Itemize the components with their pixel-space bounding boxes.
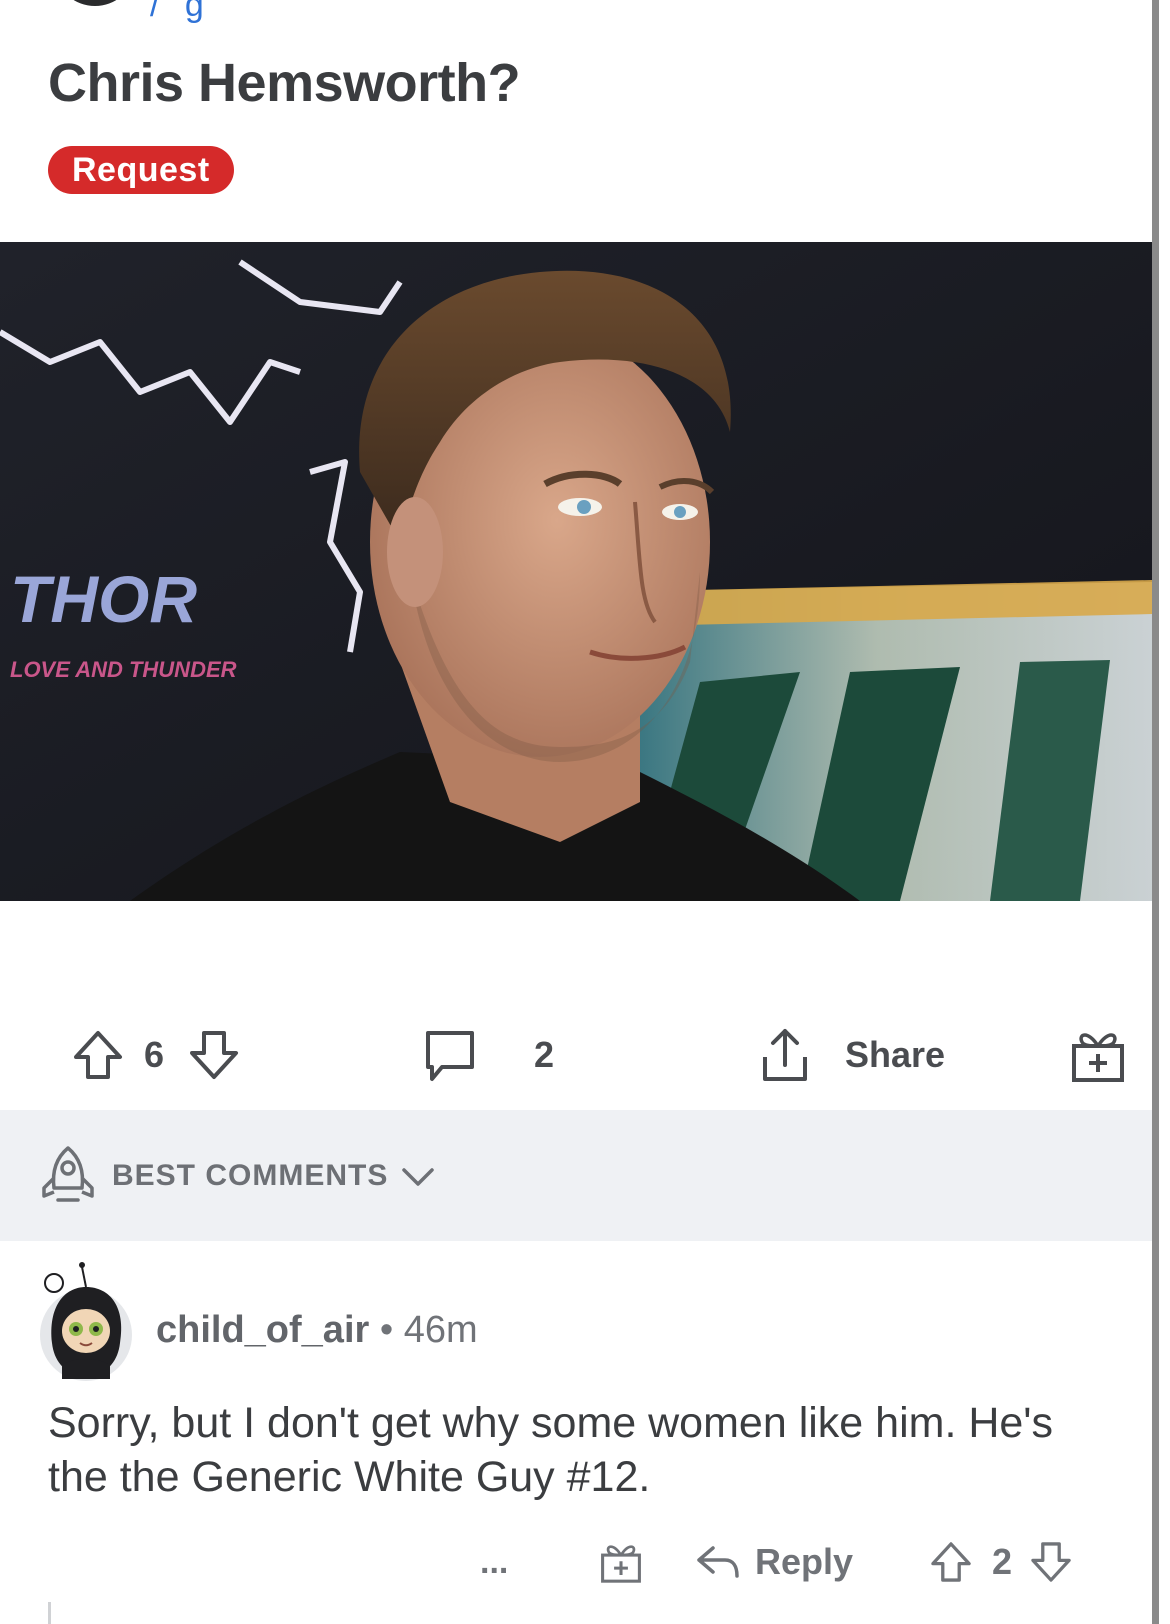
comment-vote-group: 2 xyxy=(928,1517,1074,1607)
comments-button[interactable]: 2 xyxy=(420,1010,554,1100)
reply-arrow-icon xyxy=(697,1546,739,1578)
chevron-down-icon xyxy=(402,1168,435,1186)
comment-time: 46m xyxy=(403,1309,478,1351)
subreddit-meta-cropped: / g xyxy=(150,0,212,24)
comment-action-bar: ... Reply 2 xyxy=(0,1517,1152,1607)
comment-count: 2 xyxy=(534,1034,555,1075)
award-button[interactable] xyxy=(1068,1010,1128,1100)
more-options-icon: ... xyxy=(480,1542,509,1581)
reply-label: Reply xyxy=(755,1541,854,1582)
upvote-icon[interactable] xyxy=(928,1539,974,1585)
comment-avatar[interactable] xyxy=(34,1261,138,1381)
share-icon xyxy=(763,1029,807,1081)
sort-comments-button[interactable]: BEST COMMENTS xyxy=(38,1144,436,1208)
upvote-icon[interactable] xyxy=(70,1027,126,1083)
post-title: Chris Hemsworth? xyxy=(48,53,521,113)
post-action-bar: 6 2 Share xyxy=(0,1010,1152,1100)
post-vote-group: 6 xyxy=(70,1010,242,1100)
comment-bubble-icon xyxy=(426,1031,474,1081)
svg-text:LOVE AND THUNDER: LOVE AND THUNDER xyxy=(10,657,237,682)
comment-more-button[interactable]: ... xyxy=(480,1517,508,1607)
scrollbar[interactable] xyxy=(1152,0,1159,1624)
share-label: Share xyxy=(845,1034,946,1075)
sort-label: BEST COMMENTS xyxy=(112,1159,389,1192)
comment-username[interactable]: child_of_air xyxy=(156,1309,369,1351)
share-button[interactable]: Share xyxy=(755,1010,945,1100)
downvote-icon[interactable] xyxy=(1028,1539,1074,1585)
comment: child_of_air • 46m Sorry, but I don't ge… xyxy=(0,1241,1152,1624)
thread-line xyxy=(48,1602,51,1624)
comment-award-button[interactable] xyxy=(598,1517,644,1607)
post-flair[interactable]: Request xyxy=(48,146,234,194)
comment-reply-button[interactable]: Reply xyxy=(695,1517,853,1607)
downvote-icon[interactable] xyxy=(186,1027,242,1083)
gift-icon xyxy=(601,1545,641,1583)
gift-icon xyxy=(1072,1033,1124,1082)
comment-body: Sorry, but I don't get why some women li… xyxy=(48,1399,1054,1501)
comment-meta: child_of_air • 46m xyxy=(156,1309,478,1352)
svg-text:THOR: THOR xyxy=(10,562,197,636)
rocket-icon xyxy=(42,1146,94,1202)
meta-separator: • xyxy=(379,1309,394,1351)
post-image[interactable]: THOR LOVE AND THUNDER xyxy=(0,242,1152,901)
subreddit-avatar[interactable] xyxy=(58,0,132,6)
comment-score: 2 xyxy=(992,1541,1013,1582)
comments-sort-bar: BEST COMMENTS xyxy=(0,1110,1152,1241)
post-score: 6 xyxy=(144,1034,165,1075)
